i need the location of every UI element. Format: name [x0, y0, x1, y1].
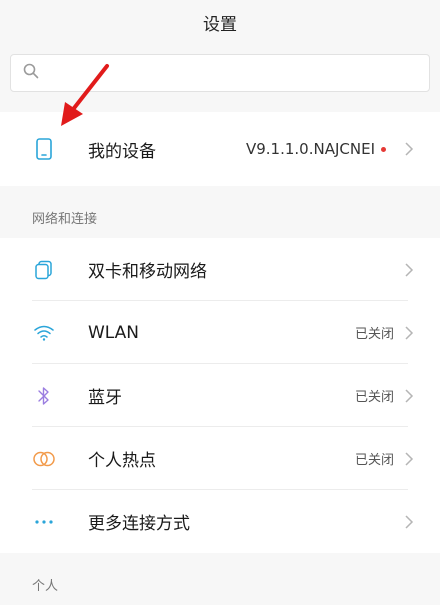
my-device-row[interactable]: 我的设备 V9.1.1.0.NAJCNEI: [0, 112, 440, 186]
phone-icon: [32, 137, 56, 161]
hotspot-label: 个人热点: [88, 451, 156, 471]
sidebar-item-hotspot[interactable]: 个人热点 已关闭: [0, 427, 440, 490]
sim-card-icon: [32, 258, 56, 282]
search-input[interactable]: [47, 64, 429, 82]
network-section: 双卡和移动网络 WLAN 已关闭 蓝牙 已关闭 个人热点 已关闭 更多连接方式: [0, 238, 440, 553]
wlan-label: WLAN: [88, 322, 140, 343]
search-box[interactable]: [10, 54, 430, 92]
chevron-right-icon: [405, 262, 414, 277]
bluetooth-status: 已关闭: [354, 390, 394, 405]
hotspot-status: 已关闭: [354, 453, 394, 468]
section-header-personal: 个人: [0, 563, 440, 605]
chevron-right-icon: [405, 514, 414, 529]
page-title: 设置: [203, 14, 237, 35]
page-title-bar: 设置: [0, 0, 440, 44]
chevron-right-icon: [405, 325, 414, 340]
chevron-right-icon: [405, 142, 414, 156]
sidebar-item-bluetooth[interactable]: 蓝牙 已关闭: [0, 364, 440, 427]
device-version: V9.1.1.0.NAJCNEI: [245, 140, 375, 158]
sidebar-item-more-connections[interactable]: 更多连接方式: [0, 490, 440, 553]
wifi-icon: [32, 321, 56, 345]
section-title-network: 网络和连接: [32, 211, 98, 227]
search-container: [0, 44, 440, 104]
wlan-status: 已关闭: [354, 327, 394, 342]
sidebar-item-dual-sim[interactable]: 双卡和移动网络: [0, 238, 440, 301]
my-device-label: 我的设备: [88, 141, 156, 162]
settings-page: 设置 我的设备 V9.1.1.0.NAJCNEI 网络和连接 双卡和移动网络 W…: [0, 0, 440, 605]
more-connections-label: 更多连接方式: [88, 514, 190, 534]
hotspot-icon: [32, 447, 56, 471]
section-header-network: 网络和连接: [0, 196, 440, 238]
search-icon: [23, 63, 39, 83]
section-title-personal: 个人: [32, 578, 59, 594]
dual-sim-label: 双卡和移动网络: [88, 262, 207, 282]
chevron-right-icon: [405, 388, 414, 403]
sidebar-item-wlan[interactable]: WLAN 已关闭: [0, 301, 440, 364]
bluetooth-icon: [32, 384, 56, 408]
update-dot: [381, 146, 386, 152]
bluetooth-label: 蓝牙: [88, 388, 122, 408]
more-dots-icon: [32, 510, 56, 534]
chevron-right-icon: [405, 451, 414, 466]
